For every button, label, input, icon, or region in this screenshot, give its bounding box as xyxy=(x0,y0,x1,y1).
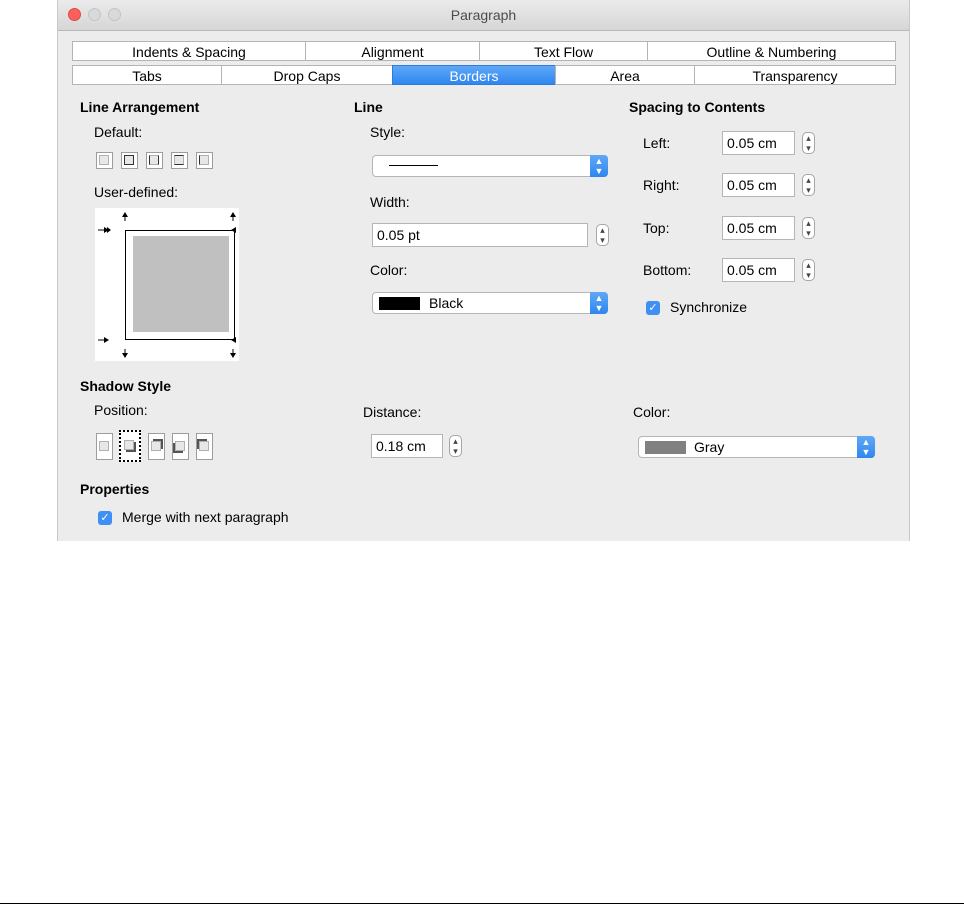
bottom-spacing-field[interactable]: 0.05 cm xyxy=(722,258,795,282)
line-style-sample xyxy=(389,165,438,166)
bottom-label: Bottom: xyxy=(643,262,692,278)
line-width-field[interactable]: 0.05 pt xyxy=(372,223,588,247)
line-style-select[interactable]: ▲ ▼ xyxy=(372,155,608,177)
synchronize-label: Synchronize xyxy=(670,299,748,315)
border-all-icon[interactable] xyxy=(121,152,138,169)
shadow-top-left-icon[interactable] xyxy=(196,433,213,460)
tab-area[interactable]: Area xyxy=(555,65,695,85)
width-label: Width: xyxy=(370,194,410,210)
shadow-color-select[interactable]: Gray ▲ ▼ xyxy=(638,436,875,458)
border-none-icon[interactable] xyxy=(96,152,113,169)
line-color-select[interactable]: Black ▲ ▼ xyxy=(372,292,608,314)
tab-drop-caps[interactable]: Drop Caps xyxy=(221,65,393,85)
line-width-stepper[interactable]: ▴ ▾ xyxy=(596,224,609,246)
line-color-swatch xyxy=(379,297,420,310)
chevron-updown-icon: ▲ ▼ xyxy=(590,292,608,314)
distance-label: Distance: xyxy=(363,404,422,420)
default-label: Default: xyxy=(94,124,143,140)
synchronize-checkbox[interactable]: ✓ xyxy=(646,301,660,315)
position-label: Position: xyxy=(94,402,148,418)
line-color-value: Black xyxy=(429,295,464,311)
shadow-bottom-right-icon[interactable] xyxy=(119,430,141,462)
tab-indents-spacing[interactable]: Indents & Spacing xyxy=(72,41,306,61)
merge-label: Merge with next paragraph xyxy=(122,509,289,525)
right-spacing-stepper[interactable]: ▴ ▾ xyxy=(802,174,815,196)
paragraph-dialog: Paragraph Indents & Spacing Alignment Te… xyxy=(57,0,910,541)
properties-heading: Properties xyxy=(80,481,150,497)
border-top-bottom-icon[interactable] xyxy=(171,152,188,169)
merge-checkbox[interactable]: ✓ xyxy=(98,511,112,525)
shadow-distance-field[interactable]: 0.18 cm xyxy=(371,434,443,458)
corner-arrows-icon xyxy=(98,212,236,358)
tab-tabs[interactable]: Tabs xyxy=(72,65,222,85)
title-bar[interactable]: Paragraph xyxy=(58,0,909,31)
right-label: Right: xyxy=(643,177,680,193)
shadow-none-icon[interactable] xyxy=(96,433,113,460)
top-label: Top: xyxy=(643,220,670,236)
shadow-color-label: Color: xyxy=(633,404,671,420)
user-defined-border-preview[interactable] xyxy=(95,208,239,361)
color-label: Color: xyxy=(370,262,408,278)
shadow-color-value: Gray xyxy=(694,439,725,455)
shadow-distance-stepper[interactable]: ▴ ▾ xyxy=(449,435,462,457)
right-spacing-field[interactable]: 0.05 cm xyxy=(722,173,795,197)
tab-alignment[interactable]: Alignment xyxy=(305,41,480,61)
line-heading: Line xyxy=(354,99,383,115)
tab-transparency[interactable]: Transparency xyxy=(694,65,896,85)
border-left-right-icon[interactable] xyxy=(146,152,163,169)
shadow-top-right-icon[interactable] xyxy=(148,433,165,460)
chevron-updown-icon: ▲ ▼ xyxy=(590,155,608,177)
bottom-spacing-stepper[interactable]: ▴ ▾ xyxy=(802,259,815,281)
left-spacing-field[interactable]: 0.05 cm xyxy=(722,131,795,155)
left-label: Left: xyxy=(643,135,671,151)
user-defined-label: User-defined: xyxy=(94,184,179,200)
top-spacing-field[interactable]: 0.05 cm xyxy=(722,216,795,240)
tab-text-flow[interactable]: Text Flow xyxy=(479,41,648,61)
style-label: Style: xyxy=(370,124,406,140)
shadow-style-heading: Shadow Style xyxy=(80,378,172,394)
shadow-color-swatch xyxy=(645,441,686,454)
tab-outline-numbering[interactable]: Outline & Numbering xyxy=(647,41,896,61)
line-arrangement-heading: Line Arrangement xyxy=(80,99,200,115)
spacing-heading: Spacing to Contents xyxy=(629,99,766,115)
left-spacing-stepper[interactable]: ▴ ▾ xyxy=(802,132,815,154)
border-left-icon[interactable] xyxy=(196,152,213,169)
tab-borders[interactable]: Borders xyxy=(392,65,556,85)
chevron-updown-icon: ▲ ▼ xyxy=(857,436,875,458)
window-title: Paragraph xyxy=(450,7,517,23)
top-spacing-stepper[interactable]: ▴ ▾ xyxy=(802,217,815,239)
page-rule xyxy=(0,903,964,904)
shadow-bottom-left-icon[interactable] xyxy=(172,433,189,460)
